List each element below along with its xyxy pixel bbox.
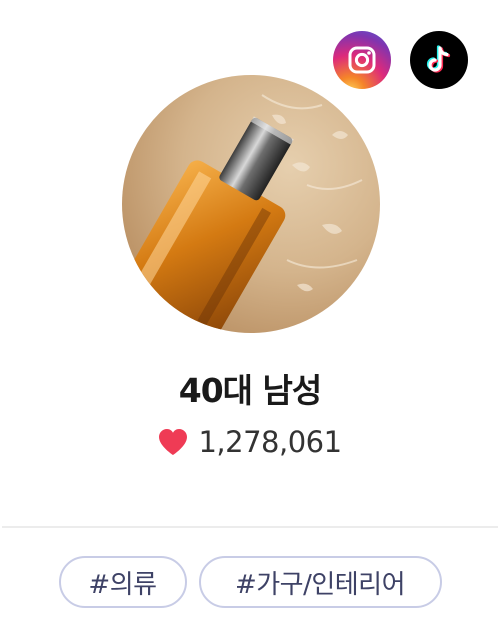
tag-list: #의류 #가구/인테리어 <box>0 556 500 608</box>
tiktok-icon <box>426 45 451 73</box>
tiktok-button[interactable] <box>410 31 468 89</box>
profile-card: 40대 남성 1,278,061 #의류 #가구/인테리어 <box>0 0 500 640</box>
profile-photo <box>122 75 380 333</box>
tag-chip[interactable]: #의류 <box>58 556 187 608</box>
instagram-icon <box>348 46 376 74</box>
heart-icon <box>159 429 188 455</box>
likes-row: 1,278,061 <box>0 425 500 459</box>
divider <box>2 526 498 528</box>
tag-chip[interactable]: #가구/인테리어 <box>198 556 442 608</box>
profile-name: 40대 남성 <box>178 371 323 410</box>
likes-count: 1,278,061 <box>198 425 342 459</box>
instagram-button[interactable] <box>333 31 391 89</box>
